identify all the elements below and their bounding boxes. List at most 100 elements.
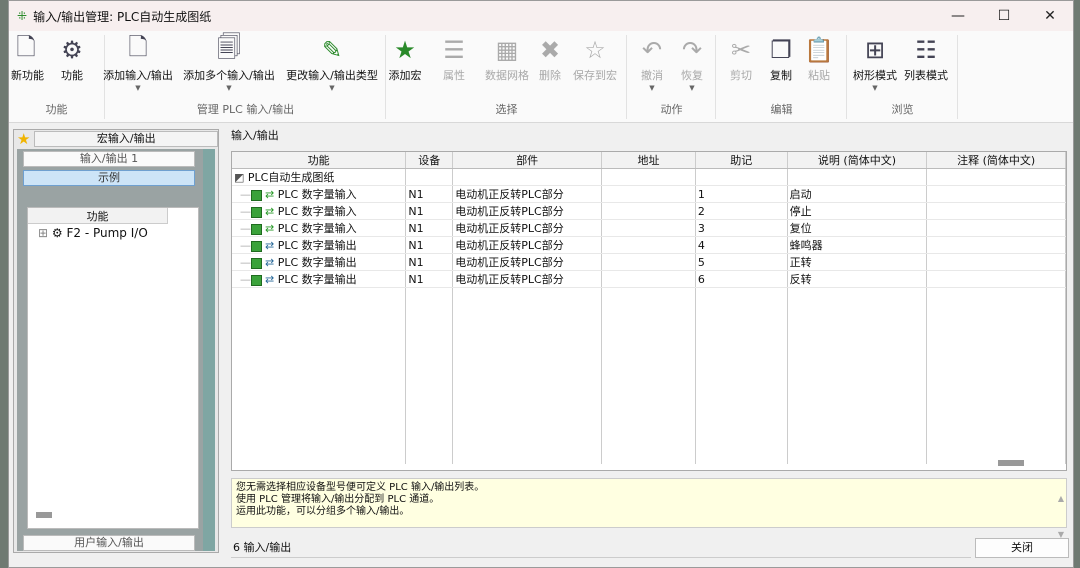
star-icon[interactable]: ★ xyxy=(17,130,30,148)
dropdown-arrow-icon[interactable]: ▼ xyxy=(851,83,899,93)
更改输入/输出类型-button[interactable]: ✎ 更改输入/输出类型 ▼ xyxy=(281,33,383,93)
属性-button[interactable]: ☰ 属性 xyxy=(439,33,469,83)
cell-dev: N1 xyxy=(405,219,454,237)
添加多个输入/输出-button[interactable]: 🗐 添加多个输入/输出 ▼ xyxy=(181,33,277,93)
cell-desc: 蜂鸣器 xyxy=(787,236,928,254)
info-line: 使用 PLC 管理将输入/输出分配到 PLC 通道。 xyxy=(236,494,440,505)
删除-button[interactable]: ✖ 删除 xyxy=(535,33,565,83)
minimize-button[interactable]: — xyxy=(935,8,981,24)
功能-button[interactable]: ⚙ 功能 xyxy=(55,33,89,83)
horizontal-scrollbar-thumb[interactable] xyxy=(36,512,52,518)
恢复-button[interactable]: ↷ 恢复 ▼ xyxy=(677,33,707,93)
撤消-button[interactable]: ↶ 撤消 ▼ xyxy=(639,33,665,93)
cell-desc: 停止 xyxy=(787,202,928,220)
root-label: PLC自动生成图纸 xyxy=(247,171,335,184)
cell-mn: 2 xyxy=(695,202,788,220)
cell-mn: 1 xyxy=(695,185,788,203)
cell-note xyxy=(926,185,1066,203)
expand-icon[interactable]: ⊞ xyxy=(38,226,48,240)
status-square-icon xyxy=(251,274,262,286)
function-label: PLC 数字量输入 xyxy=(277,188,357,201)
button-label: 树形模式 xyxy=(853,69,897,82)
button-label: 列表模式 xyxy=(904,69,948,82)
digital-output-icon: ⇄ xyxy=(265,256,275,269)
empty-row xyxy=(232,431,1066,448)
cell-mn: 5 xyxy=(695,253,788,271)
button-label: 复制 xyxy=(770,69,792,82)
数据网格-button[interactable]: ▦ 数据网格 xyxy=(479,33,535,83)
列表模式-button[interactable]: ☷ 列表模式 xyxy=(901,33,951,83)
dropdown-arrow-icon[interactable]: ▼ xyxy=(639,83,665,93)
function-label: PLC 数字量输出 xyxy=(277,256,357,269)
column-header[interactable]: 说明 (简体中文) xyxy=(787,152,928,169)
tree-item[interactable]: ⊞ ⚙ F2 - Pump I/O xyxy=(28,224,198,240)
empty-row xyxy=(232,351,1066,368)
cell-dev: N1 xyxy=(405,253,454,271)
column-header[interactable]: 地址 xyxy=(601,152,696,169)
剪切-button[interactable]: ✂ 剪切 xyxy=(725,33,757,83)
table-row[interactable]: — ⇄ PLC 数字量输入 N1 电动机正反转PLC部分 2 停止 xyxy=(232,202,1066,220)
添加输入/输出-button[interactable]: 🗋 添加输入/输出 ▼ xyxy=(101,33,175,93)
cell-func: — ⇄ PLC 数字量输入 xyxy=(232,185,407,203)
ribbon-group-label: 动作 xyxy=(660,103,683,116)
cell-part: 电动机正反转PLC部分 xyxy=(452,270,603,288)
table-row[interactable]: — ⇄ PLC 数字量输入 N1 电动机正反转PLC部分 3 复位 xyxy=(232,219,1066,237)
cell-part: 电动机正反转PLC部分 xyxy=(452,236,603,254)
column-header[interactable]: 功能 xyxy=(232,152,407,169)
digital-input-icon: ⇄ xyxy=(265,222,275,235)
close-window-button[interactable]: ✕ xyxy=(1027,8,1073,24)
close-button[interactable]: 关闭 xyxy=(975,538,1069,558)
树形模式-button[interactable]: ⊞ 树形模式 ▼ xyxy=(851,33,899,93)
function-label: PLC 数字量输入 xyxy=(277,222,357,235)
status-square-icon xyxy=(251,189,262,201)
dropdown-arrow-icon[interactable]: ▼ xyxy=(181,83,277,93)
table-row[interactable]: — ⇄ PLC 数字量输出 N1 电动机正反转PLC部分 4 蜂鸣器 xyxy=(232,236,1066,254)
tree-root-row[interactable]: ◩ PLC自动生成图纸 xyxy=(232,168,1066,186)
title-bar: ⁜ 输入/输出管理: PLC自动生成图纸 — ☐ ✕ xyxy=(9,1,1073,31)
cell-func: — ⇄ PLC 数字量输出 xyxy=(232,270,407,288)
cell-desc: 反转 xyxy=(787,270,928,288)
粘贴-button[interactable]: 📋 粘贴 xyxy=(803,33,835,83)
cell-func: — ⇄ PLC 数字量输入 xyxy=(232,202,407,220)
dropdown-arrow-icon[interactable]: ▼ xyxy=(677,83,707,93)
table-row[interactable]: — ⇄ PLC 数字量输入 N1 电动机正反转PLC部分 1 启动 xyxy=(232,185,1066,203)
empty-row xyxy=(232,303,1066,320)
button-label: 新功能 xyxy=(11,69,44,82)
table-row[interactable]: — ⇄ PLC 数字量输出 N1 电动机正反转PLC部分 6 反转 xyxy=(232,270,1066,288)
io-manager-window: ⁜ 输入/输出管理: PLC自动生成图纸 — ☐ ✕ 功能 🗋 新功能 ⚙ 功能管理 P… xyxy=(8,0,1074,568)
column-header[interactable]: 设备 xyxy=(405,152,454,169)
user-io-bar[interactable]: 用户输入/输出 xyxy=(23,535,195,551)
digital-input-icon: ⇄ xyxy=(265,188,275,201)
dropdown-arrow-icon[interactable]: ▼ xyxy=(281,83,383,93)
horizontal-scrollbar-thumb[interactable] xyxy=(998,460,1024,466)
panel-splitter[interactable] xyxy=(203,149,215,551)
digital-input-icon: ⇄ xyxy=(265,205,275,218)
maximize-button[interactable]: ☐ xyxy=(981,8,1027,24)
ribbon-group-label: 编辑 xyxy=(770,103,793,116)
新功能-button[interactable]: 🗋 新功能 xyxy=(11,32,44,83)
example-bar[interactable]: 示例 xyxy=(23,170,195,186)
column-header[interactable]: 注释 (简体中文) xyxy=(926,152,1066,169)
table-row[interactable]: — ⇄ PLC 数字量输出 N1 电动机正反转PLC部分 5 正转 xyxy=(232,253,1066,271)
new-function-icon: 🗋 xyxy=(16,32,36,61)
ribbon-group-label: 选择 xyxy=(495,103,518,116)
ribbon-group-label: 管理 PLC 输入/输出 xyxy=(196,103,295,116)
复制-button[interactable]: ❐ 复制 xyxy=(763,33,799,83)
cell-func: — ⇄ PLC 数字量输出 xyxy=(232,253,407,271)
tree-item-label: F2 - Pump I/O xyxy=(66,226,148,240)
button-label: 剪切 xyxy=(730,69,752,82)
empty-row xyxy=(232,319,1066,336)
cell-part: 电动机正反转PLC部分 xyxy=(452,202,603,220)
button-label: 恢复 xyxy=(681,69,703,82)
cut-icon: ✂ xyxy=(730,36,752,64)
column-header[interactable]: 部件 xyxy=(452,152,603,169)
io-group-1-bar[interactable]: 输入/输出 1 xyxy=(23,151,195,167)
保存到宏-button[interactable]: ☆ 保存到宏 xyxy=(565,33,625,83)
delete-icon: ✖ xyxy=(539,36,561,64)
macro-io-tab[interactable]: 宏输入/输出 xyxy=(34,131,218,147)
button-label: 添加多个输入/输出 xyxy=(183,69,275,82)
column-header[interactable]: 助记 xyxy=(695,152,788,169)
gears-icon: ⚙ xyxy=(51,226,63,240)
dropdown-arrow-icon[interactable]: ▼ xyxy=(101,83,175,93)
status-square-icon xyxy=(251,257,262,269)
